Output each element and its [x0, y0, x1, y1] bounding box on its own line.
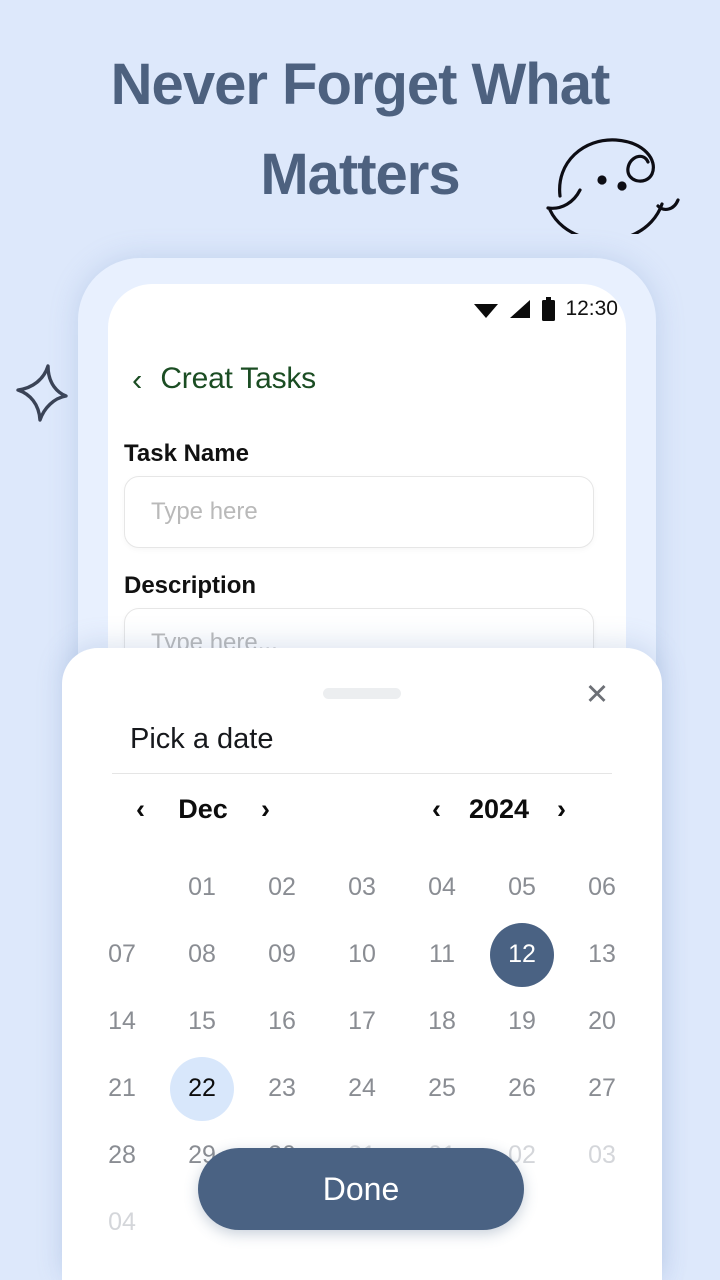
calendar-day-cell[interactable]: 16	[242, 988, 322, 1055]
calendar-day-cell[interactable]: 15	[162, 988, 242, 1055]
calendar-day-cell[interactable]: 22	[162, 1055, 242, 1122]
calendar-day-label: 15	[188, 1007, 216, 1035]
year-next-icon[interactable]: ›	[557, 796, 566, 823]
calendar-day-label: 09	[268, 940, 296, 968]
calendar-day-label: 14	[108, 1007, 136, 1035]
calendar-day-label: 16	[268, 1007, 296, 1035]
calendar-cell-empty	[82, 854, 162, 921]
calendar-day-label: 03	[588, 1141, 616, 1169]
calendar-day-label: 24	[348, 1074, 376, 1102]
year-value: 2024	[468, 794, 530, 824]
app-bar-title: Creat Tasks	[160, 362, 316, 395]
calendar-day-label: 13	[588, 940, 616, 968]
signal-icon	[510, 300, 531, 318]
calendar-day-cell[interactable]: 18	[402, 988, 482, 1055]
calendar-day-cell[interactable]: 28	[82, 1122, 162, 1189]
calendar-day-cell[interactable]: 20	[562, 988, 642, 1055]
calendar-day-cell[interactable]: 27	[562, 1055, 642, 1122]
calendar-day-label: 21	[108, 1074, 136, 1102]
calendar-day-label: 08	[188, 940, 216, 968]
month-next-icon[interactable]: ›	[261, 796, 270, 823]
calendar-cell-empty	[562, 1189, 642, 1256]
calendar-day-cell[interactable]: 04	[82, 1189, 162, 1256]
sparkle-star-icon	[16, 364, 68, 422]
calendar-day-cell[interactable]: 05	[482, 854, 562, 921]
calendar-day-label	[570, 1191, 634, 1255]
month-value: Dec	[178, 794, 228, 824]
wifi-icon	[474, 304, 499, 318]
month-selector: ‹ Dec ›	[136, 794, 270, 825]
calendar-day-cell[interactable]: 02	[242, 854, 322, 921]
calendar-day-cell[interactable]: 12	[482, 921, 562, 988]
period-selectors: ‹ Dec › ‹ 2024 ›	[62, 794, 662, 848]
calendar-day-label: 03	[348, 873, 376, 901]
promo-screenshot: Never Forget What Matters 12:30 ‹ Creat …	[0, 0, 720, 1280]
calendar-day-label: 04	[428, 873, 456, 901]
status-bar-clock: 12:30	[565, 297, 618, 320]
calendar-day-label: 04	[108, 1208, 136, 1236]
calendar-week-row: 21 22 23 24 25 26 27	[82, 1055, 642, 1122]
task-name-input[interactable]: Type here	[124, 476, 594, 548]
calendar-day-cell[interactable]: 14	[82, 988, 162, 1055]
calendar-day-label: 12	[490, 922, 554, 987]
calendar-day-label: 06	[588, 873, 616, 901]
app-bar: ‹ Creat Tasks	[132, 362, 316, 396]
calendar-day-label: 20	[588, 1007, 616, 1035]
close-icon[interactable]: ✕	[580, 678, 614, 712]
calendar-day-cell[interactable]: 04	[402, 854, 482, 921]
calendar-day-cell[interactable]: 09	[242, 921, 322, 988]
calendar-day-cell[interactable]: 06	[562, 854, 642, 921]
calendar-day-label: 11	[429, 940, 455, 968]
calendar-day-cell[interactable]: 26	[482, 1055, 562, 1122]
calendar-week-row: 14 15 16 17 18 19 20	[82, 988, 642, 1055]
year-prev-icon[interactable]: ‹	[432, 796, 441, 823]
calendar-day-cell[interactable]: 01	[162, 854, 242, 921]
date-picker-sheet: ✕ Pick a date ‹ Dec › ‹ 2024 › 01 02 03 04 0…	[62, 648, 662, 1280]
calendar-day-label: 26	[508, 1074, 536, 1102]
calendar-day-cell[interactable]: 08	[162, 921, 242, 988]
calendar-day-label: 18	[428, 1007, 456, 1035]
calendar-day-cell[interactable]: 23	[242, 1055, 322, 1122]
description-label: Description	[124, 572, 257, 599]
calendar-day-cell[interactable]: 11	[402, 921, 482, 988]
back-arrow-icon[interactable]: ‹	[132, 364, 142, 395]
battery-icon	[542, 297, 556, 321]
status-bar: 12:30	[473, 292, 618, 326]
sheet-drag-handle[interactable]	[323, 688, 401, 699]
calendar-day-cell[interactable]: 24	[322, 1055, 402, 1122]
month-prev-icon[interactable]: ‹	[136, 796, 145, 823]
calendar-day-label: 19	[508, 1007, 536, 1035]
calendar-week-row: 01 02 03 04 05 06	[82, 854, 642, 921]
calendar-day-cell[interactable]: 03	[562, 1122, 642, 1189]
calendar-day-label: 01	[188, 873, 216, 901]
task-name-label: Task Name	[124, 440, 249, 467]
calendar-day-label: 05	[508, 873, 536, 901]
calendar-day-label: 28	[108, 1141, 136, 1169]
calendar-day-cell[interactable]: 03	[322, 854, 402, 921]
calendar-day-label: 25	[428, 1074, 456, 1102]
calendar-day-cell[interactable]: 25	[402, 1055, 482, 1122]
calendar-day-label: 07	[108, 940, 136, 968]
sheet-title: Pick a date	[130, 723, 274, 755]
calendar-day-label: 27	[588, 1074, 616, 1102]
task-name-placeholder: Type here	[151, 498, 258, 525]
calendar-day-label	[90, 856, 154, 920]
headline-line-1: Never Forget What	[110, 52, 611, 117]
calendar-day-label: 02	[268, 873, 296, 901]
calendar-day-label: 17	[348, 1007, 376, 1035]
calendar-day-label: 22	[170, 1056, 234, 1121]
calendar-day-label: 10	[348, 940, 376, 968]
calendar-day-cell[interactable]: 17	[322, 988, 402, 1055]
calendar-day-cell[interactable]: 10	[322, 921, 402, 988]
calendar-day-label: 23	[268, 1074, 296, 1102]
smiley-doodle-icon	[546, 138, 680, 234]
calendar-day-cell[interactable]: 07	[82, 921, 162, 988]
calendar-day-cell[interactable]: 19	[482, 988, 562, 1055]
year-selector: ‹ 2024 ›	[432, 794, 566, 825]
calendar-day-cell[interactable]: 13	[562, 921, 642, 988]
done-button[interactable]: Done	[198, 1148, 524, 1230]
calendar-day-cell[interactable]: 21	[82, 1055, 162, 1122]
calendar-week-row: 07 08 09 10 11 12 13	[82, 921, 642, 988]
sheet-divider	[112, 773, 612, 774]
